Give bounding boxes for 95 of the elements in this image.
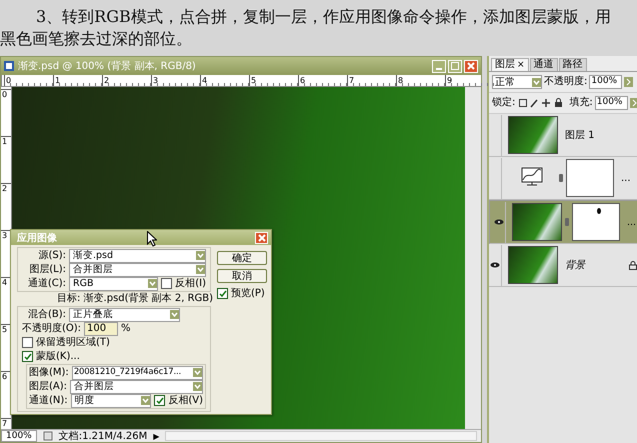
caret-icon xyxy=(193,382,202,391)
dropdown-field[interactable]: 明度 xyxy=(70,394,152,408)
dropdown-field[interactable]: 20081210_7219f4a6c17... xyxy=(72,366,203,380)
close-button[interactable] xyxy=(464,60,478,72)
ruler-label: 7 xyxy=(347,75,396,86)
checkbox-label: 反相(V) xyxy=(168,394,203,406)
ruler-label: 4 xyxy=(200,75,249,86)
ok-button[interactable]: 确定 xyxy=(217,251,267,265)
ruler-label: 5 xyxy=(249,75,298,86)
slider-arrow-icon[interactable] xyxy=(624,77,634,87)
ruler-label: 6 xyxy=(298,75,347,86)
dropdown-field[interactable]: 合并图层 xyxy=(69,262,206,276)
ruler-label: 1 xyxy=(53,75,102,86)
caret-icon xyxy=(170,310,179,319)
ruler-label: 8 xyxy=(396,75,445,86)
eye-icon xyxy=(494,219,504,225)
layer-row[interactable]: 图层 1 xyxy=(489,114,637,157)
layer-name: ... xyxy=(621,172,631,184)
slider-arrow-icon[interactable] xyxy=(630,98,637,108)
close-button[interactable] xyxy=(255,232,268,244)
ruler-label: 1 xyxy=(1,136,11,183)
ruler-label: 0 xyxy=(4,75,53,86)
field-label: 不透明度(O): xyxy=(22,322,82,334)
close-button[interactable]: × xyxy=(517,59,525,71)
checkbox[interactable] xyxy=(217,288,228,299)
mask-thumbnail xyxy=(566,159,614,197)
panel-tab[interactable]: 路径 xyxy=(558,58,587,71)
document-icon xyxy=(4,61,14,71)
caret-icon xyxy=(141,396,150,405)
panel-tab[interactable]: 图层 × xyxy=(491,58,529,71)
opacity-label: 不透明度: xyxy=(544,76,588,88)
field-label: 图层(L): xyxy=(28,264,66,276)
dropdown-field[interactable]: RGB xyxy=(69,276,158,290)
dialog-title: 应用图像 xyxy=(17,231,57,244)
field-label: 通道(N): xyxy=(29,394,68,406)
field-label: 图像(M): xyxy=(29,366,69,378)
document-size: 文档:1.21M/4.26M xyxy=(58,430,148,442)
field-label: 通道(C): xyxy=(26,278,66,290)
panel-tab[interactable]: 通道 xyxy=(530,58,558,71)
layer-row[interactable]: 背景 xyxy=(489,244,637,287)
lock-label: 锁定: xyxy=(492,97,516,109)
opacity-field[interactable]: 100% xyxy=(589,75,622,89)
lock-options-icon[interactable] xyxy=(519,98,564,108)
fill-field[interactable]: 100% xyxy=(594,96,628,110)
checkbox-label: 保留透明区域(T) xyxy=(36,336,110,348)
dropdown-field[interactable]: 合并图层 xyxy=(70,380,203,394)
unit-label: % xyxy=(121,323,131,334)
status-menu-button[interactable]: ▶ xyxy=(153,432,160,440)
caret-icon xyxy=(193,368,202,377)
target-text: 目标: 渐变.psd(背景 副本 2, RGB) xyxy=(56,293,211,305)
caption-text: 3、转到RGB模式，点合拼，复制一层，作应用图像命令操作，添加图层蒙版，用黑色画笔擦去过深的部位。 xyxy=(0,6,612,50)
caret-icon xyxy=(196,251,205,260)
eye-icon xyxy=(490,262,500,268)
checkbox[interactable] xyxy=(154,395,166,406)
link-icon[interactable] xyxy=(559,174,563,182)
zoom-field[interactable]: 100% xyxy=(1,430,37,442)
caret-icon xyxy=(148,279,158,288)
checkbox[interactable] xyxy=(161,278,172,289)
ruler-label: 0 xyxy=(1,89,11,136)
layer-row[interactable]: ... xyxy=(489,157,637,200)
layer-thumbnail xyxy=(508,116,558,154)
field-label: 图层(A): xyxy=(29,380,68,392)
dropdown-field[interactable]: 渐变.psd xyxy=(69,248,206,262)
opacity-field[interactable]: 100 xyxy=(84,322,118,336)
checkbox-label: 预览(P) xyxy=(231,288,265,300)
layer-name: 图层 1 xyxy=(565,129,595,142)
checkbox[interactable] xyxy=(22,351,33,362)
layer-name: ... xyxy=(627,216,636,228)
ruler-label: 3 xyxy=(151,75,200,86)
ruler-label: 2 xyxy=(102,75,151,86)
caret-icon xyxy=(532,78,541,86)
layer-row[interactable]: ... xyxy=(489,200,637,244)
checkbox[interactable] xyxy=(22,337,33,348)
visibility-toggle[interactable] xyxy=(489,244,502,286)
lock-icon xyxy=(629,260,637,270)
window-title: 渐变.psd @ 100% (背景 副本, RGB/8) xyxy=(18,60,196,73)
dropdown-field[interactable]: 正片叠底 xyxy=(69,308,180,322)
layer-name: 背景 xyxy=(565,258,587,272)
checkbox-label: 蒙版(K)... xyxy=(36,350,80,362)
fill-label: 填充: xyxy=(569,97,593,109)
caret-icon xyxy=(196,265,205,274)
maximize-button[interactable] xyxy=(448,60,462,72)
ruler-label: 9 xyxy=(445,75,494,86)
layer-thumbnail xyxy=(508,246,558,284)
blend-mode-dropdown[interactable]: 正常 xyxy=(492,75,542,89)
mask-thumbnail xyxy=(572,203,620,241)
cancel-button[interactable]: 取消 xyxy=(217,269,267,283)
checkbox-label: 反相(I) xyxy=(175,278,206,290)
pointer-icon xyxy=(147,231,157,247)
field-label: 源(S): xyxy=(37,250,66,262)
minimize-button[interactable] xyxy=(432,60,446,72)
layer-thumbnail xyxy=(512,203,562,241)
visibility-toggle[interactable] xyxy=(493,202,506,242)
field-label: 混合(B): xyxy=(26,308,66,320)
scroll-bar[interactable] xyxy=(165,431,477,441)
